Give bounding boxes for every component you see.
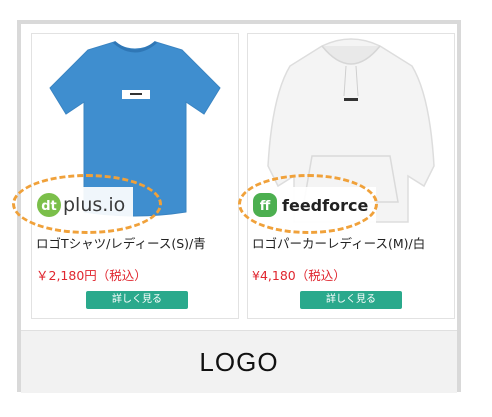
product-price: ¥4,180（税込） — [252, 268, 346, 283]
product-card[interactable]: dt plus.io ロゴTシャツ/レディース(S)/青 ￥2,180円（税込）… — [12, 33, 239, 319]
footer-logo-bar: LOGO — [21, 330, 457, 393]
footer-logo-text: LOGO — [199, 346, 279, 377]
product-title[interactable]: ロゴTシャツ/レディース(S)/青 — [36, 233, 206, 252]
product-widget-frame: dt plus.io ロゴTシャツ/レディース(S)/青 ￥2,180円（税込）… — [12, 20, 461, 393]
product-card[interactable]: ff feedforce ロゴパーカーレディース(M)/白 ¥4,180（税込）… — [238, 33, 455, 319]
highlight-ellipse — [12, 174, 162, 234]
highlight-ellipse — [238, 174, 378, 234]
product-price: ￥2,180円（税込） — [36, 268, 147, 283]
details-button[interactable]: 詳しく見る — [300, 291, 402, 309]
product-title[interactable]: ロゴパーカーレディース(M)/白 — [252, 233, 425, 252]
details-button[interactable]: 詳しく見る — [86, 291, 188, 309]
